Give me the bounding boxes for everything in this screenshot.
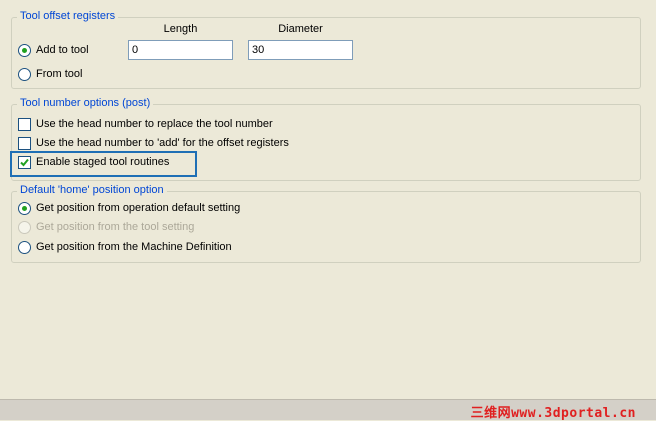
tool-setting-radio — [18, 221, 31, 234]
staged-tool-option[interactable]: Enable staged tool routines — [18, 156, 169, 169]
from-tool-label: From tool — [36, 68, 83, 80]
from-tool-radio[interactable] — [18, 68, 31, 81]
length-input[interactable] — [128, 40, 233, 60]
operation-default-radio[interactable] — [18, 202, 31, 215]
replace-tool-number-checkbox[interactable] — [18, 118, 31, 131]
operation-default-option[interactable]: Get position from operation default sett… — [18, 202, 240, 215]
add-to-tool-label: Add to tool — [36, 44, 89, 56]
staged-tool-checkbox[interactable] — [18, 156, 31, 169]
diameter-label: Diameter — [278, 23, 323, 35]
add-offset-registers-checkbox[interactable] — [18, 137, 31, 150]
add-to-tool-option[interactable]: Add to tool — [18, 44, 89, 57]
replace-tool-number-option[interactable]: Use the head number to replace the tool … — [18, 118, 273, 131]
machine-definition-option[interactable]: Get position from the Machine Definition — [18, 241, 232, 254]
staged-tool-label: Enable staged tool routines — [36, 156, 170, 168]
tool-number-legend: Tool number options (post) — [17, 97, 154, 110]
tool-offset-legend: Tool offset registers — [17, 10, 119, 23]
checkmark-icon — [20, 158, 29, 167]
add-to-tool-radio[interactable] — [18, 44, 31, 57]
watermark: 三维网www.3dportal.cn — [470, 406, 636, 421]
replace-tool-number-label: Use the head number to replace the tool … — [36, 118, 273, 130]
add-offset-registers-option[interactable]: Use the head number to 'add' for the off… — [18, 137, 289, 150]
length-label: Length — [163, 23, 198, 35]
operation-default-label: Get position from operation default sett… — [36, 202, 241, 214]
machine-definition-radio[interactable] — [18, 241, 31, 254]
from-tool-option[interactable]: From tool — [18, 68, 82, 81]
bottom-bar: 三维网www.3dportal.cn — [0, 399, 656, 421]
home-position-legend: Default 'home' position option — [17, 184, 167, 197]
machine-definition-label: Get position from the Machine Definition — [36, 241, 232, 253]
diameter-input[interactable] — [248, 40, 353, 60]
add-offset-registers-label: Use the head number to 'add' for the off… — [36, 137, 289, 149]
tool-setting-label: Get position from the tool setting — [36, 221, 195, 233]
tool-setting-option: Get position from the tool setting — [18, 221, 194, 234]
